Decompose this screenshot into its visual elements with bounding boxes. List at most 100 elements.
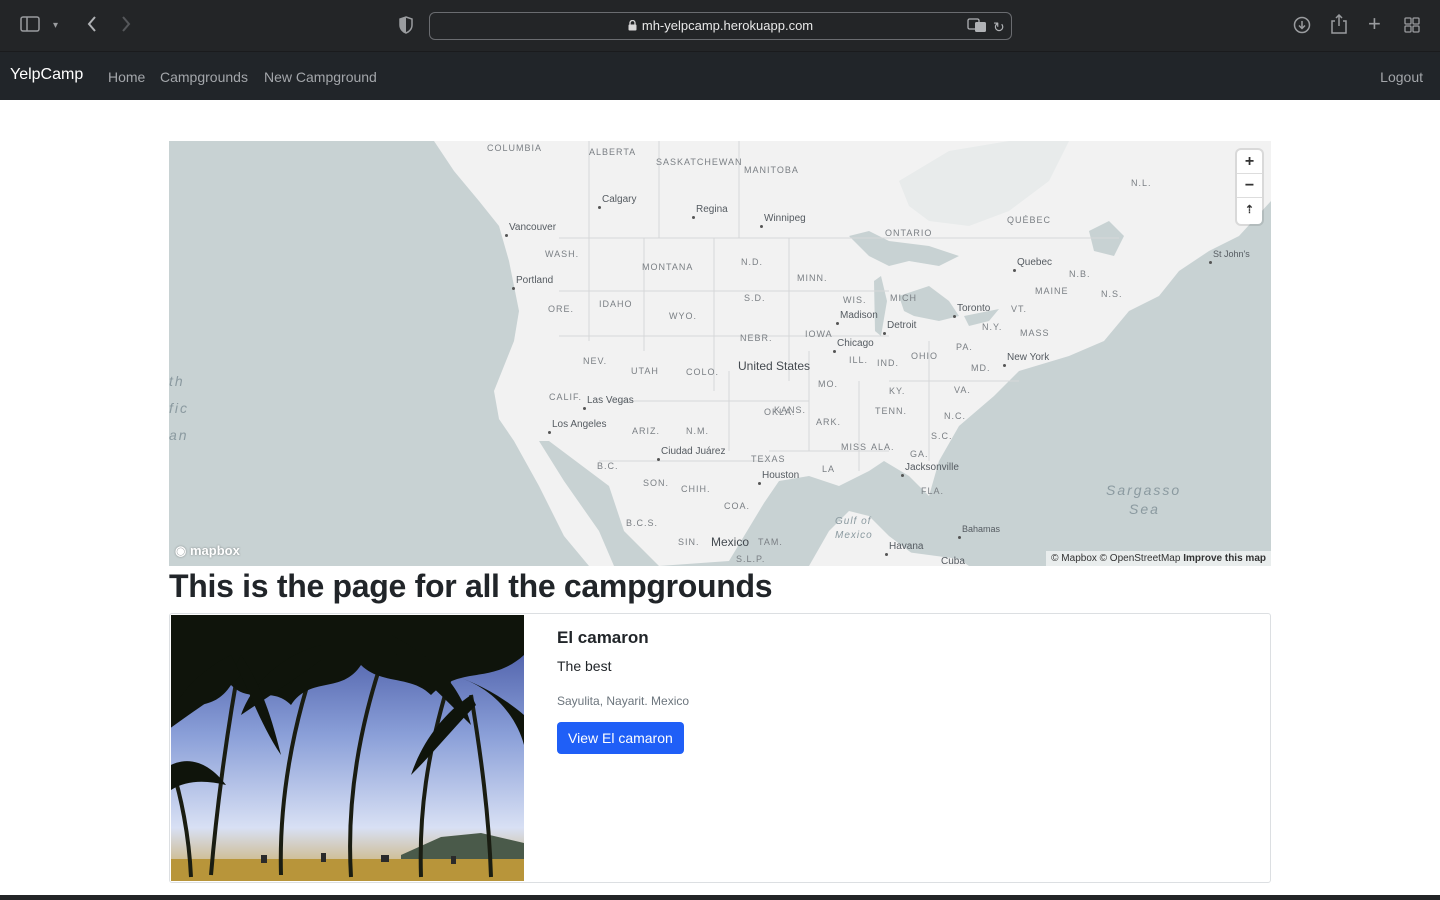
map-region-label: UTAH — [631, 366, 659, 376]
nav-link-new-campground[interactable]: New Campground — [264, 69, 377, 85]
map-region-label: OKLA. — [764, 407, 796, 417]
navbar: YelpCamp Home Campgrounds New Campground… — [0, 52, 1440, 100]
map-region-label: COLO. — [686, 367, 720, 377]
map-region-label: N.B. — [1069, 269, 1091, 279]
map-region-label: ONTARIO — [885, 228, 933, 238]
map-region-label: NEBR. — [740, 333, 773, 343]
campground-title: El camaron — [557, 628, 649, 647]
logout-link[interactable]: Logout — [1380, 69, 1423, 85]
new-tab-icon[interactable]: + — [1368, 13, 1381, 35]
map-region-label: B.C. — [597, 461, 619, 471]
map-city-label: Vancouver — [504, 222, 557, 237]
map-city-label: Las Vegas — [583, 395, 634, 410]
map-region-label: CHIH. — [681, 484, 711, 494]
map-region-label: ALBERTA — [589, 147, 637, 157]
map-region-label: TAM. — [758, 537, 783, 547]
map-region-label: MISS — [841, 442, 868, 452]
nav-link-home[interactable]: Home — [108, 69, 145, 85]
map-region-label: WIS. — [843, 295, 867, 305]
map-region-label: KY. — [889, 386, 906, 396]
map-region-label: N.Y. — [982, 322, 1003, 332]
map-city-label: Havana — [884, 541, 924, 556]
back-icon[interactable] — [86, 15, 98, 39]
map-region-label: NEV. — [583, 356, 608, 366]
tab-overview-icon[interactable] — [1404, 17, 1420, 39]
campground-card: El camaron The best Sayulita, Nayarit. M… — [169, 613, 1271, 883]
map-region-label: N.D. — [741, 257, 763, 267]
campground-image — [171, 615, 524, 881]
map-region-label: MANITOBA — [744, 165, 799, 175]
map-water-label: Sargasso — [1106, 482, 1182, 498]
translate-icon[interactable] — [967, 17, 987, 39]
map-region-label: IDAHO — [599, 299, 633, 309]
map-region-label: MICH — [890, 293, 917, 303]
campground-card-body: El camaron The best Sayulita, Nayarit. M… — [557, 628, 689, 754]
map-region-label: N.M. — [686, 426, 709, 436]
map-region-label: QUÉBEC — [1007, 215, 1052, 225]
map-water-label: th — [169, 373, 185, 389]
map-water-label: Mexico — [835, 530, 873, 541]
reload-icon[interactable]: ↻ — [993, 17, 1005, 37]
map-region-label: MASS — [1020, 328, 1050, 338]
mapbox-logo-text: mapbox — [189, 543, 240, 558]
attribution-text[interactable]: © Mapbox © OpenStreetMap — [1051, 553, 1180, 564]
map-water-label: Sea — [1129, 501, 1160, 517]
zoom-in-button[interactable]: + — [1237, 150, 1262, 174]
map-region-label: IND. — [877, 358, 899, 368]
map-region-label: N.S. — [1101, 289, 1123, 299]
lock-icon — [628, 19, 637, 31]
map-city-label: New York — [1002, 352, 1050, 367]
map-region-label: SIN. — [678, 537, 700, 547]
map-region-label: COLUMBIA — [487, 143, 543, 153]
map-city-label: Madison — [836, 310, 878, 325]
map-region-label: OHIO — [911, 351, 939, 361]
map-city-label: Los Angeles — [548, 419, 607, 434]
map-region-label: ARIZ. — [632, 426, 661, 436]
address-bar[interactable]: mh-yelpcamp.herokuapp.com ↻ — [429, 12, 1012, 40]
map-city-label: Winnipeg — [760, 213, 806, 228]
map-region-label: S.D. — [744, 293, 766, 303]
map-city-label: Regina — [692, 204, 728, 219]
share-icon[interactable] — [1331, 13, 1347, 40]
brand-link[interactable]: YelpCamp — [10, 66, 83, 84]
map-city-label: Detroit — [882, 320, 917, 335]
map-region-label: VT. — [1011, 304, 1028, 314]
map-region-label: S.C. — [931, 431, 953, 441]
sidebar-toggle-icon[interactable] — [20, 16, 40, 38]
map-region-label: GA. — [910, 449, 929, 459]
map-region-label: COA. — [724, 501, 751, 511]
compass-icon[interactable]: ⇡ — [1237, 198, 1262, 222]
chevron-down-icon[interactable]: ▾ — [53, 16, 58, 36]
map-water-label: an — [169, 427, 189, 443]
zoom-out-button[interactable]: − — [1237, 174, 1262, 198]
map-water-label: Gulf of — [835, 516, 872, 527]
map-city-label: Portland — [511, 275, 554, 290]
map-city-label: Bahamas — [957, 524, 1001, 539]
map-region-label: PA. — [956, 342, 973, 352]
map-city-label: Chicago — [833, 338, 874, 353]
map-region-label: ARK. — [816, 417, 842, 427]
forward-icon[interactable] — [120, 15, 132, 39]
map-region-label: N.C. — [944, 411, 966, 421]
cluster-map[interactable]: COLUMBIA ALBERTA SASKATCHEWAN MANITOBA O… — [169, 141, 1271, 566]
improve-map-link[interactable]: Improve this map — [1183, 553, 1266, 564]
map-city-label: Quebec — [1012, 257, 1053, 272]
mapbox-logo[interactable]: ◉ mapbox — [175, 543, 240, 559]
map-region-label: MAINE — [1035, 286, 1069, 296]
url-text: mh-yelpcamp.herokuapp.com — [430, 18, 1011, 33]
map-attribution: © Mapbox © OpenStreetMap Improve this ma… — [1046, 551, 1271, 566]
map-city-label: Jacksonville — [901, 462, 959, 477]
map-city-label: St John's — [1209, 249, 1250, 264]
map-region-label: TEXAS — [751, 454, 786, 464]
map-region-label: N.L. — [1131, 178, 1152, 188]
map-city-label: Cuba — [941, 556, 965, 566]
nav-link-campgrounds[interactable]: Campgrounds — [160, 69, 248, 85]
privacy-shield-icon[interactable] — [398, 16, 414, 40]
downloads-icon[interactable] — [1293, 16, 1311, 40]
view-campground-button[interactable]: View El camaron — [557, 722, 684, 754]
page-title: This is the page for all the campgrounds — [169, 568, 773, 604]
map-country-label: Mexico — [711, 535, 750, 549]
footer-bar — [0, 895, 1440, 900]
map-region-label: CALIF. — [549, 392, 583, 402]
map-city-label: Toronto — [952, 303, 991, 318]
